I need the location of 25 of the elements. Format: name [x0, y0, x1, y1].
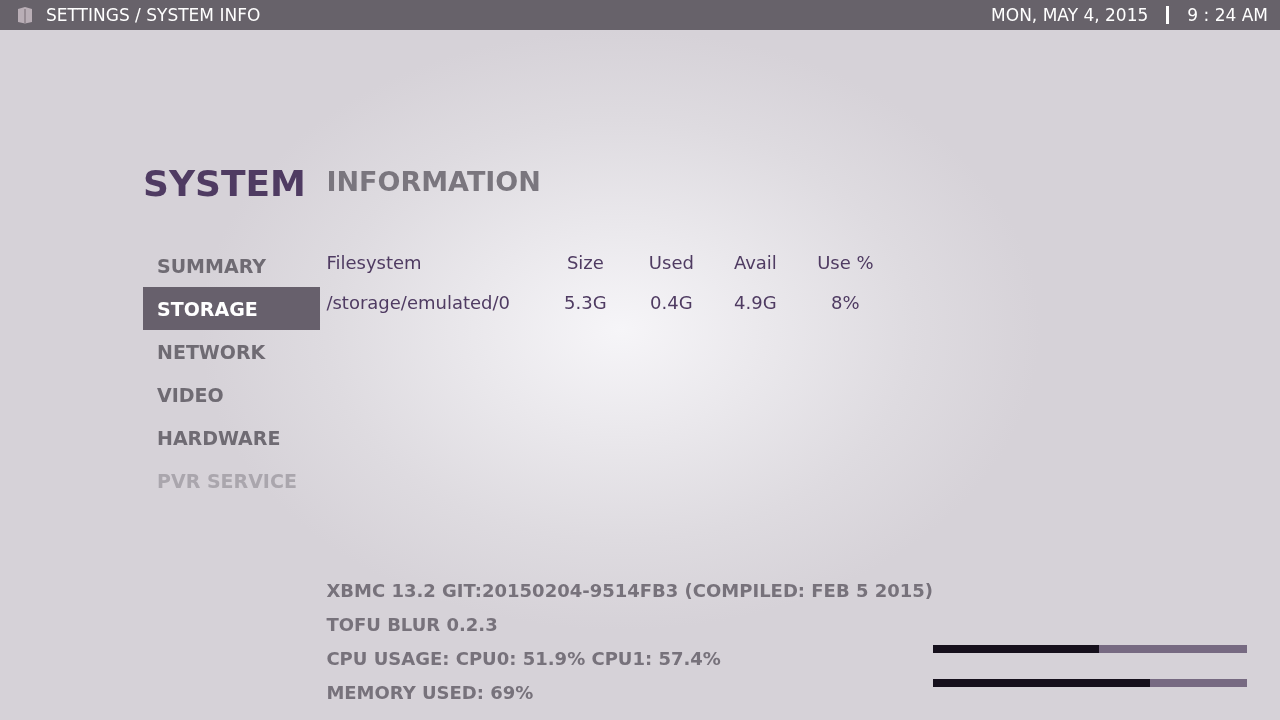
column-header: Used	[648, 251, 694, 273]
sidebar-item[interactable]: VIDEO	[143, 373, 321, 416]
page-title: INFORMATION	[326, 165, 542, 199]
time: 9 : 24 AM	[1187, 5, 1268, 25]
box-icon	[16, 6, 34, 24]
info-line: CPU USAGE: CPU0: 51.9% CPU1: 57.4%	[326, 647, 722, 671]
breadcrumb: SETTINGS / SYSTEM INFO	[46, 5, 262, 25]
column-header: Avail	[733, 251, 777, 273]
column-header: Size	[566, 251, 604, 273]
table-cell: 8%	[831, 291, 860, 313]
table-cell: 5.3G	[564, 291, 607, 313]
sidebar-item[interactable]: HARDWARE	[143, 416, 321, 459]
table-cell: 0.4G	[650, 291, 693, 313]
sidebar-item[interactable]: SUMMARY	[143, 244, 321, 287]
table-cell-text: /storage/emulated/0	[326, 291, 512, 313]
table-cell: 4.9G	[734, 291, 777, 313]
date: MON, MAY 4, 2015	[991, 5, 1149, 25]
info-line: TOFU BLUR 0.2.3	[326, 613, 499, 637]
column-header: Use %	[817, 251, 874, 273]
sidebar-item[interactable]: NETWORK	[143, 330, 321, 373]
sidebar-item[interactable]: STORAGE	[143, 287, 321, 330]
section-title: SYSTEM	[143, 162, 307, 206]
info-line: MEMORY USED: 69%	[326, 681, 535, 705]
info-line: XBMC 13.2 GIT:20150204-9514FB3 (COMPILED: FEB 5 2015)	[326, 579, 933, 603]
column-header: Filesystem	[326, 251, 423, 273]
